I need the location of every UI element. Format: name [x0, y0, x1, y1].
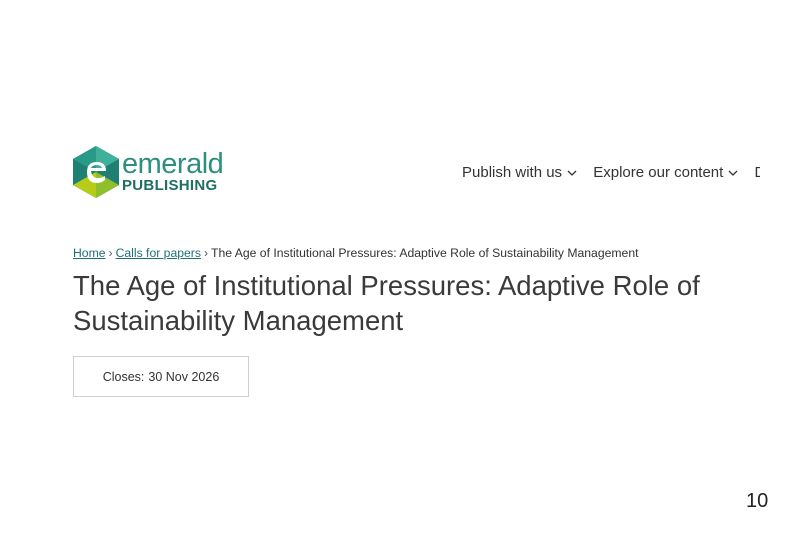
logo-subtitle: PUBLISHING [122, 176, 218, 194]
nav-publish-with-us[interactable]: Publish with us [462, 164, 577, 181]
breadcrumb-calls-link[interactable]: Calls for papers [116, 246, 201, 260]
closing-date-box: Closes: 30 Nov 2026 [73, 356, 249, 397]
nav-label: Explore our content [593, 164, 724, 181]
breadcrumb-home-link[interactable]: Home [73, 246, 106, 260]
nav-label: D [754, 164, 760, 181]
closes-label: Closes: [102, 369, 145, 384]
breadcrumb: Home › Calls for papers › The Age of Institu… [73, 246, 638, 260]
nav-explore-our-content[interactable]: Explore our content [593, 164, 738, 181]
breadcrumb-separator: › [108, 246, 113, 260]
closes-date: 30 Nov 2026 [148, 369, 220, 384]
chevron-down-icon [567, 170, 577, 176]
nav-label: Publish with us [462, 164, 563, 181]
breadcrumb-separator: › [203, 246, 208, 260]
emerald-logo[interactable]: emerald PUBLISHING [73, 146, 224, 198]
chevron-down-icon [728, 170, 738, 176]
page-title: The Age of Institutional Pressures: Adap… [73, 270, 700, 336]
breadcrumb-current: The Age of Institutional Pressures: Adap… [211, 246, 639, 260]
emerald-logo-icon [73, 146, 119, 198]
nav-truncated-item[interactable]: D [754, 164, 760, 181]
page-number: 10 [746, 490, 769, 512]
logo-wordmark: emerald [122, 147, 224, 180]
main-nav: Publish with us Explore our content D [462, 164, 760, 181]
